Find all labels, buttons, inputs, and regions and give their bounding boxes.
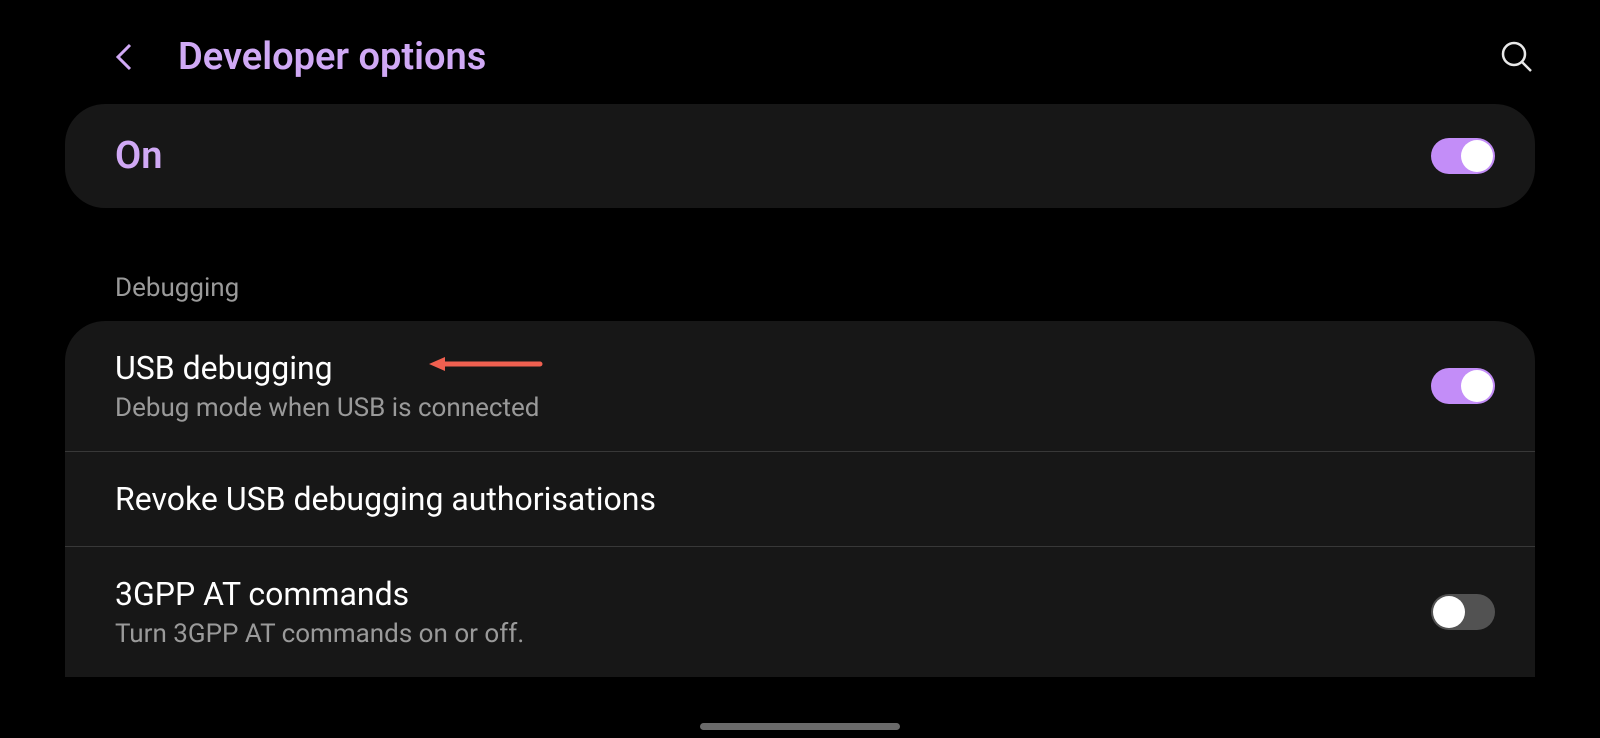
arrow-annotation-icon — [425, 354, 545, 374]
page-title: Developer options — [178, 35, 486, 79]
header-left-group: Developer options — [110, 35, 486, 79]
setting-revoke-usb-auth[interactable]: Revoke USB debugging authorisations — [65, 452, 1535, 547]
header-bar: Developer options — [0, 0, 1600, 99]
nav-bar-handle[interactable] — [700, 723, 900, 730]
section-header-debugging: Debugging — [0, 208, 1600, 321]
search-icon[interactable] — [1499, 39, 1535, 75]
usb-debugging-toggle[interactable] — [1431, 368, 1495, 404]
toggle-knob — [1461, 370, 1493, 402]
setting-title: Revoke USB debugging authorisations — [115, 480, 656, 518]
settings-list: USB debugging Debug mode when USB is con… — [65, 321, 1535, 677]
3gpp-toggle[interactable] — [1431, 594, 1495, 630]
main-toggle-label: On — [115, 134, 162, 178]
main-toggle-switch[interactable] — [1431, 138, 1495, 174]
setting-3gpp-at-commands[interactable]: 3GPP AT commands Turn 3GPP AT commands o… — [65, 547, 1535, 677]
main-toggle-card[interactable]: On — [65, 104, 1535, 208]
back-icon[interactable] — [110, 43, 138, 71]
setting-usb-debugging[interactable]: USB debugging Debug mode when USB is con… — [65, 321, 1535, 452]
setting-content: Revoke USB debugging authorisations — [115, 480, 656, 518]
toggle-knob — [1433, 596, 1465, 628]
setting-desc: Debug mode when USB is connected — [115, 393, 539, 423]
setting-content: 3GPP AT commands Turn 3GPP AT commands o… — [115, 575, 524, 649]
setting-title: 3GPP AT commands — [115, 575, 524, 613]
setting-desc: Turn 3GPP AT commands on or off. — [115, 619, 524, 649]
toggle-knob — [1461, 140, 1493, 172]
